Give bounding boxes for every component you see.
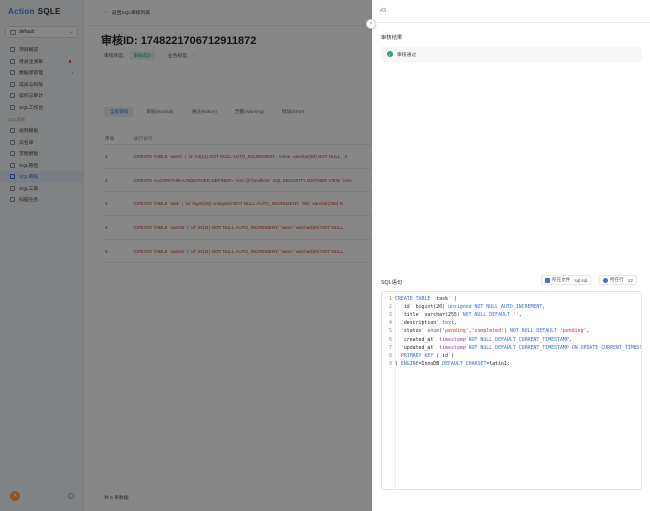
result-card: ✓ 审核通过	[381, 46, 642, 62]
line-label: 所在行	[610, 277, 624, 282]
code-line: 8 PRIMARY KEY (`id`)	[382, 352, 641, 360]
line-number: 6	[389, 336, 392, 343]
modal-overlay[interactable]	[0, 0, 372, 511]
result-section-title: 审核结果	[381, 35, 403, 41]
code-text: `created_at` timestamp NOT NULL DEFAULT …	[395, 336, 572, 343]
line-number: 1	[389, 296, 392, 303]
line-number: 2	[389, 304, 392, 311]
line-value: 12	[627, 277, 633, 283]
sql-code-editor[interactable]: 1 CREATE TABLE `task` (2 `id` bigint(20) …	[381, 291, 642, 490]
file-info[interactable]: 所在文件 sql.sql	[541, 275, 592, 285]
line-number: 8	[389, 352, 392, 359]
file-label: 所在文件	[552, 277, 571, 282]
check-circle-icon: ✓	[387, 51, 393, 57]
line-number: 7	[389, 344, 392, 351]
code-line: 7 `updated_at` timestamp NOT NULL DEFAUL…	[382, 344, 642, 352]
code-line: 5 `status` enum('pending','completed') N…	[382, 327, 641, 335]
code-text: `description` text,	[395, 320, 457, 327]
code-line: 4 `description` text,	[382, 319, 641, 327]
line-info[interactable]: 所在行 12	[599, 275, 637, 285]
code-line: 3 `title` varchar(255) NOT NULL DEFAULT …	[382, 311, 641, 319]
code-text: CREATE TABLE `task` (	[395, 296, 457, 303]
file-name: sql.sql	[574, 277, 588, 283]
code-line: 1 CREATE TABLE `task` (	[382, 295, 641, 303]
code-text: `title` varchar(255) NOT NULL DEFAULT ''…	[395, 312, 522, 319]
file-icon	[545, 277, 550, 283]
code-text: `status` enum('pending','completed') NOT…	[395, 328, 590, 335]
code-text: PRIMARY KEY (`id`)	[400, 352, 454, 359]
detail-drawer: #3 审核结果 ✓ 审核通过 SQL语句 所在文件 sql.sql 所在行 12…	[372, 0, 650, 511]
location-icon	[603, 277, 608, 283]
close-icon[interactable]: ×	[366, 19, 376, 29]
code-text: `id` bigint(20) unsigned NOT NULL AUTO_I…	[395, 304, 546, 311]
sql-section-title: SQL语句	[381, 280, 403, 286]
code-line: 9) ENGINE=InnoDB DEFAULT CHARSET=latin1;	[382, 360, 641, 368]
code-line: 2 `id` bigint(20) unsigned NOT NULL AUTO…	[382, 303, 641, 311]
drawer-title: #3	[380, 8, 387, 14]
line-number: 3	[389, 312, 392, 319]
result-text: 审核通过	[397, 52, 417, 58]
code-text: ) ENGINE=InnoDB DEFAULT CHARSET=latin1;	[395, 360, 510, 367]
line-number: 9	[389, 360, 392, 367]
code-text: `updated_at` timestamp NOT NULL DEFAULT …	[395, 344, 642, 351]
code-line: 6 `created_at` timestamp NOT NULL DEFAUL…	[382, 336, 641, 344]
line-number: 4	[389, 320, 392, 327]
line-number: 5	[389, 328, 392, 335]
drawer-header: #3	[372, 0, 650, 23]
